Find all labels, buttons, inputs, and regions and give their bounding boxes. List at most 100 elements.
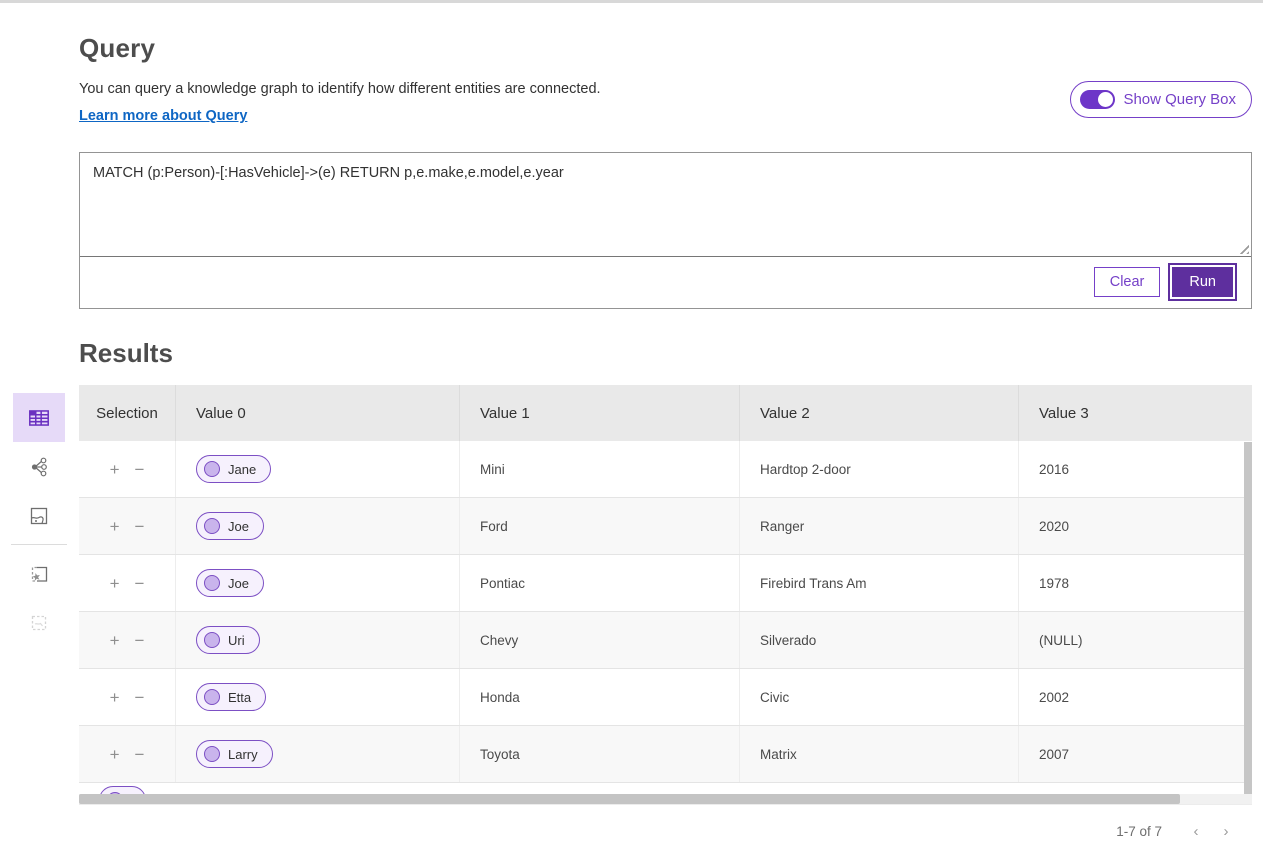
entity-dot-icon [204, 689, 220, 705]
value3-cell: (NULL) [1019, 612, 1252, 668]
remove-from-selection-button[interactable]: − [135, 575, 145, 592]
value0-cell: Jane [176, 441, 460, 497]
new-link-chart-icon [27, 562, 51, 586]
sidebar-item-link-chart-view[interactable] [13, 442, 65, 491]
table-icon [26, 405, 52, 431]
entity-pill[interactable]: Larry [196, 740, 273, 768]
query-panel: MATCH (p:Person)-[:HasVehicle]->(e) RETU… [79, 152, 1252, 309]
view-switcher-sidebar [12, 393, 66, 647]
selection-cell: + − [79, 498, 176, 554]
sidebar-item-new-link-chart-result[interactable] [13, 549, 65, 598]
remove-from-selection-button[interactable]: − [135, 689, 145, 706]
clear-button[interactable]: Clear [1094, 267, 1161, 297]
add-to-selection-button[interactable]: + [110, 575, 120, 592]
entity-pill-partial[interactable] [99, 786, 146, 794]
previous-page-button[interactable]: ‹ [1186, 822, 1206, 842]
entity-pill[interactable]: Joe [196, 512, 264, 540]
value0-cell: Etta [176, 669, 460, 725]
run-button[interactable]: Run [1172, 267, 1233, 297]
value0-cell: Larry [176, 726, 460, 782]
map-icon [27, 504, 51, 528]
entity-dot-icon [204, 746, 220, 762]
toggle-switch-icon[interactable] [1080, 90, 1115, 109]
remove-from-selection-button[interactable]: − [135, 746, 145, 763]
selection-cell: + − [79, 726, 176, 782]
vertical-scrollbar-thumb[interactable] [1244, 442, 1252, 794]
sidebar-item-map-view[interactable] [13, 491, 65, 540]
value3-cell: 2002 [1019, 669, 1252, 725]
table-row: + − Joe Pontiac Firebird Trans Am 1978 [79, 555, 1252, 612]
page-title: Query [79, 33, 1252, 64]
value1-cell: Pontiac [460, 555, 740, 611]
new-map-disabled-icon [27, 611, 51, 635]
value1-cell: Toyota [460, 726, 740, 782]
entity-label: Joe [228, 576, 249, 591]
learn-more-link[interactable]: Learn more about Query [79, 108, 247, 124]
add-to-selection-button[interactable]: + [110, 689, 120, 706]
entity-label: Larry [228, 747, 258, 762]
value1-cell: Mini [460, 441, 740, 497]
column-header-1: Value 0 [176, 385, 460, 441]
table-row: + − Joe Ford Ranger 2020 [79, 498, 1252, 555]
show-query-box-toggle[interactable]: Show Query Box [1070, 81, 1252, 118]
results-title: Results [79, 338, 1252, 369]
horizontal-scrollbar-thumb[interactable] [79, 794, 1180, 804]
entity-dot-icon [204, 575, 220, 591]
table-row: + − Uri Chevy Silverado (NULL) [79, 612, 1252, 669]
column-header-4: Value 3 [1019, 385, 1252, 441]
entity-pill[interactable]: Uri [196, 626, 260, 654]
toggle-label: Show Query Box [1123, 91, 1236, 108]
entity-pill[interactable]: Jane [196, 455, 271, 483]
value2-cell: Ranger [740, 498, 1019, 554]
value3-cell: 1978 [1019, 555, 1252, 611]
entity-pill[interactable]: Etta [196, 683, 266, 711]
remove-from-selection-button[interactable]: − [135, 518, 145, 535]
entity-label: Etta [228, 690, 251, 705]
add-to-selection-button[interactable]: + [110, 632, 120, 649]
query-input[interactable]: MATCH (p:Person)-[:HasVehicle]->(e) RETU… [80, 153, 1251, 257]
sidebar-item-table-view[interactable] [13, 393, 65, 442]
value1-cell: Chevy [460, 612, 740, 668]
table-body: + − Jane Mini Hardtop 2-door 2016 + − Jo… [79, 441, 1252, 783]
table-row-partial [79, 783, 1252, 794]
add-to-selection-button[interactable]: + [110, 746, 120, 763]
results-table: SelectionValue 0Value 1Value 2Value 3 + … [79, 385, 1252, 847]
value2-cell: Matrix [740, 726, 1019, 782]
sidebar-divider [11, 544, 67, 545]
value1-cell: Ford [460, 498, 740, 554]
sidebar-item-new-map-result[interactable] [13, 598, 65, 647]
table-footer: 1-7 of 7 ‹ › [79, 804, 1252, 847]
table-header-row: SelectionValue 0Value 1Value 2Value 3 [79, 385, 1252, 441]
selection-cell: + − [79, 441, 176, 497]
entity-dot-icon [204, 518, 220, 534]
entity-dot-icon [204, 461, 220, 477]
value3-cell: 2016 [1019, 441, 1252, 497]
next-page-button[interactable]: › [1216, 822, 1236, 842]
remove-from-selection-button[interactable]: − [135, 632, 145, 649]
selection-cell: + − [79, 669, 176, 725]
column-header-2: Value 1 [460, 385, 740, 441]
value3-cell: 2007 [1019, 726, 1252, 782]
entity-label: Joe [228, 519, 249, 534]
table-row: + − Jane Mini Hardtop 2-door 2016 [79, 441, 1252, 498]
value0-cell: Joe [176, 498, 460, 554]
pagination-label: 1-7 of 7 [1116, 824, 1162, 839]
value2-cell: Firebird Trans Am [740, 555, 1019, 611]
table-row: + − Etta Honda Civic 2002 [79, 669, 1252, 726]
remove-from-selection-button[interactable]: − [135, 461, 145, 478]
value2-cell: Silverado [740, 612, 1019, 668]
vertical-scrollbar[interactable] [1244, 442, 1252, 794]
link-chart-icon [27, 455, 51, 479]
horizontal-scrollbar[interactable] [79, 794, 1252, 804]
column-header-3: Value 2 [740, 385, 1019, 441]
table-row: + − Larry Toyota Matrix 2007 [79, 726, 1252, 783]
entity-label: Jane [228, 462, 256, 477]
add-to-selection-button[interactable]: + [110, 461, 120, 478]
value0-cell: Joe [176, 555, 460, 611]
entity-label: Uri [228, 633, 245, 648]
add-to-selection-button[interactable]: + [110, 518, 120, 535]
selection-cell: + − [79, 555, 176, 611]
value3-cell: 2020 [1019, 498, 1252, 554]
entity-pill[interactable]: Joe [196, 569, 264, 597]
entity-dot-icon [204, 632, 220, 648]
